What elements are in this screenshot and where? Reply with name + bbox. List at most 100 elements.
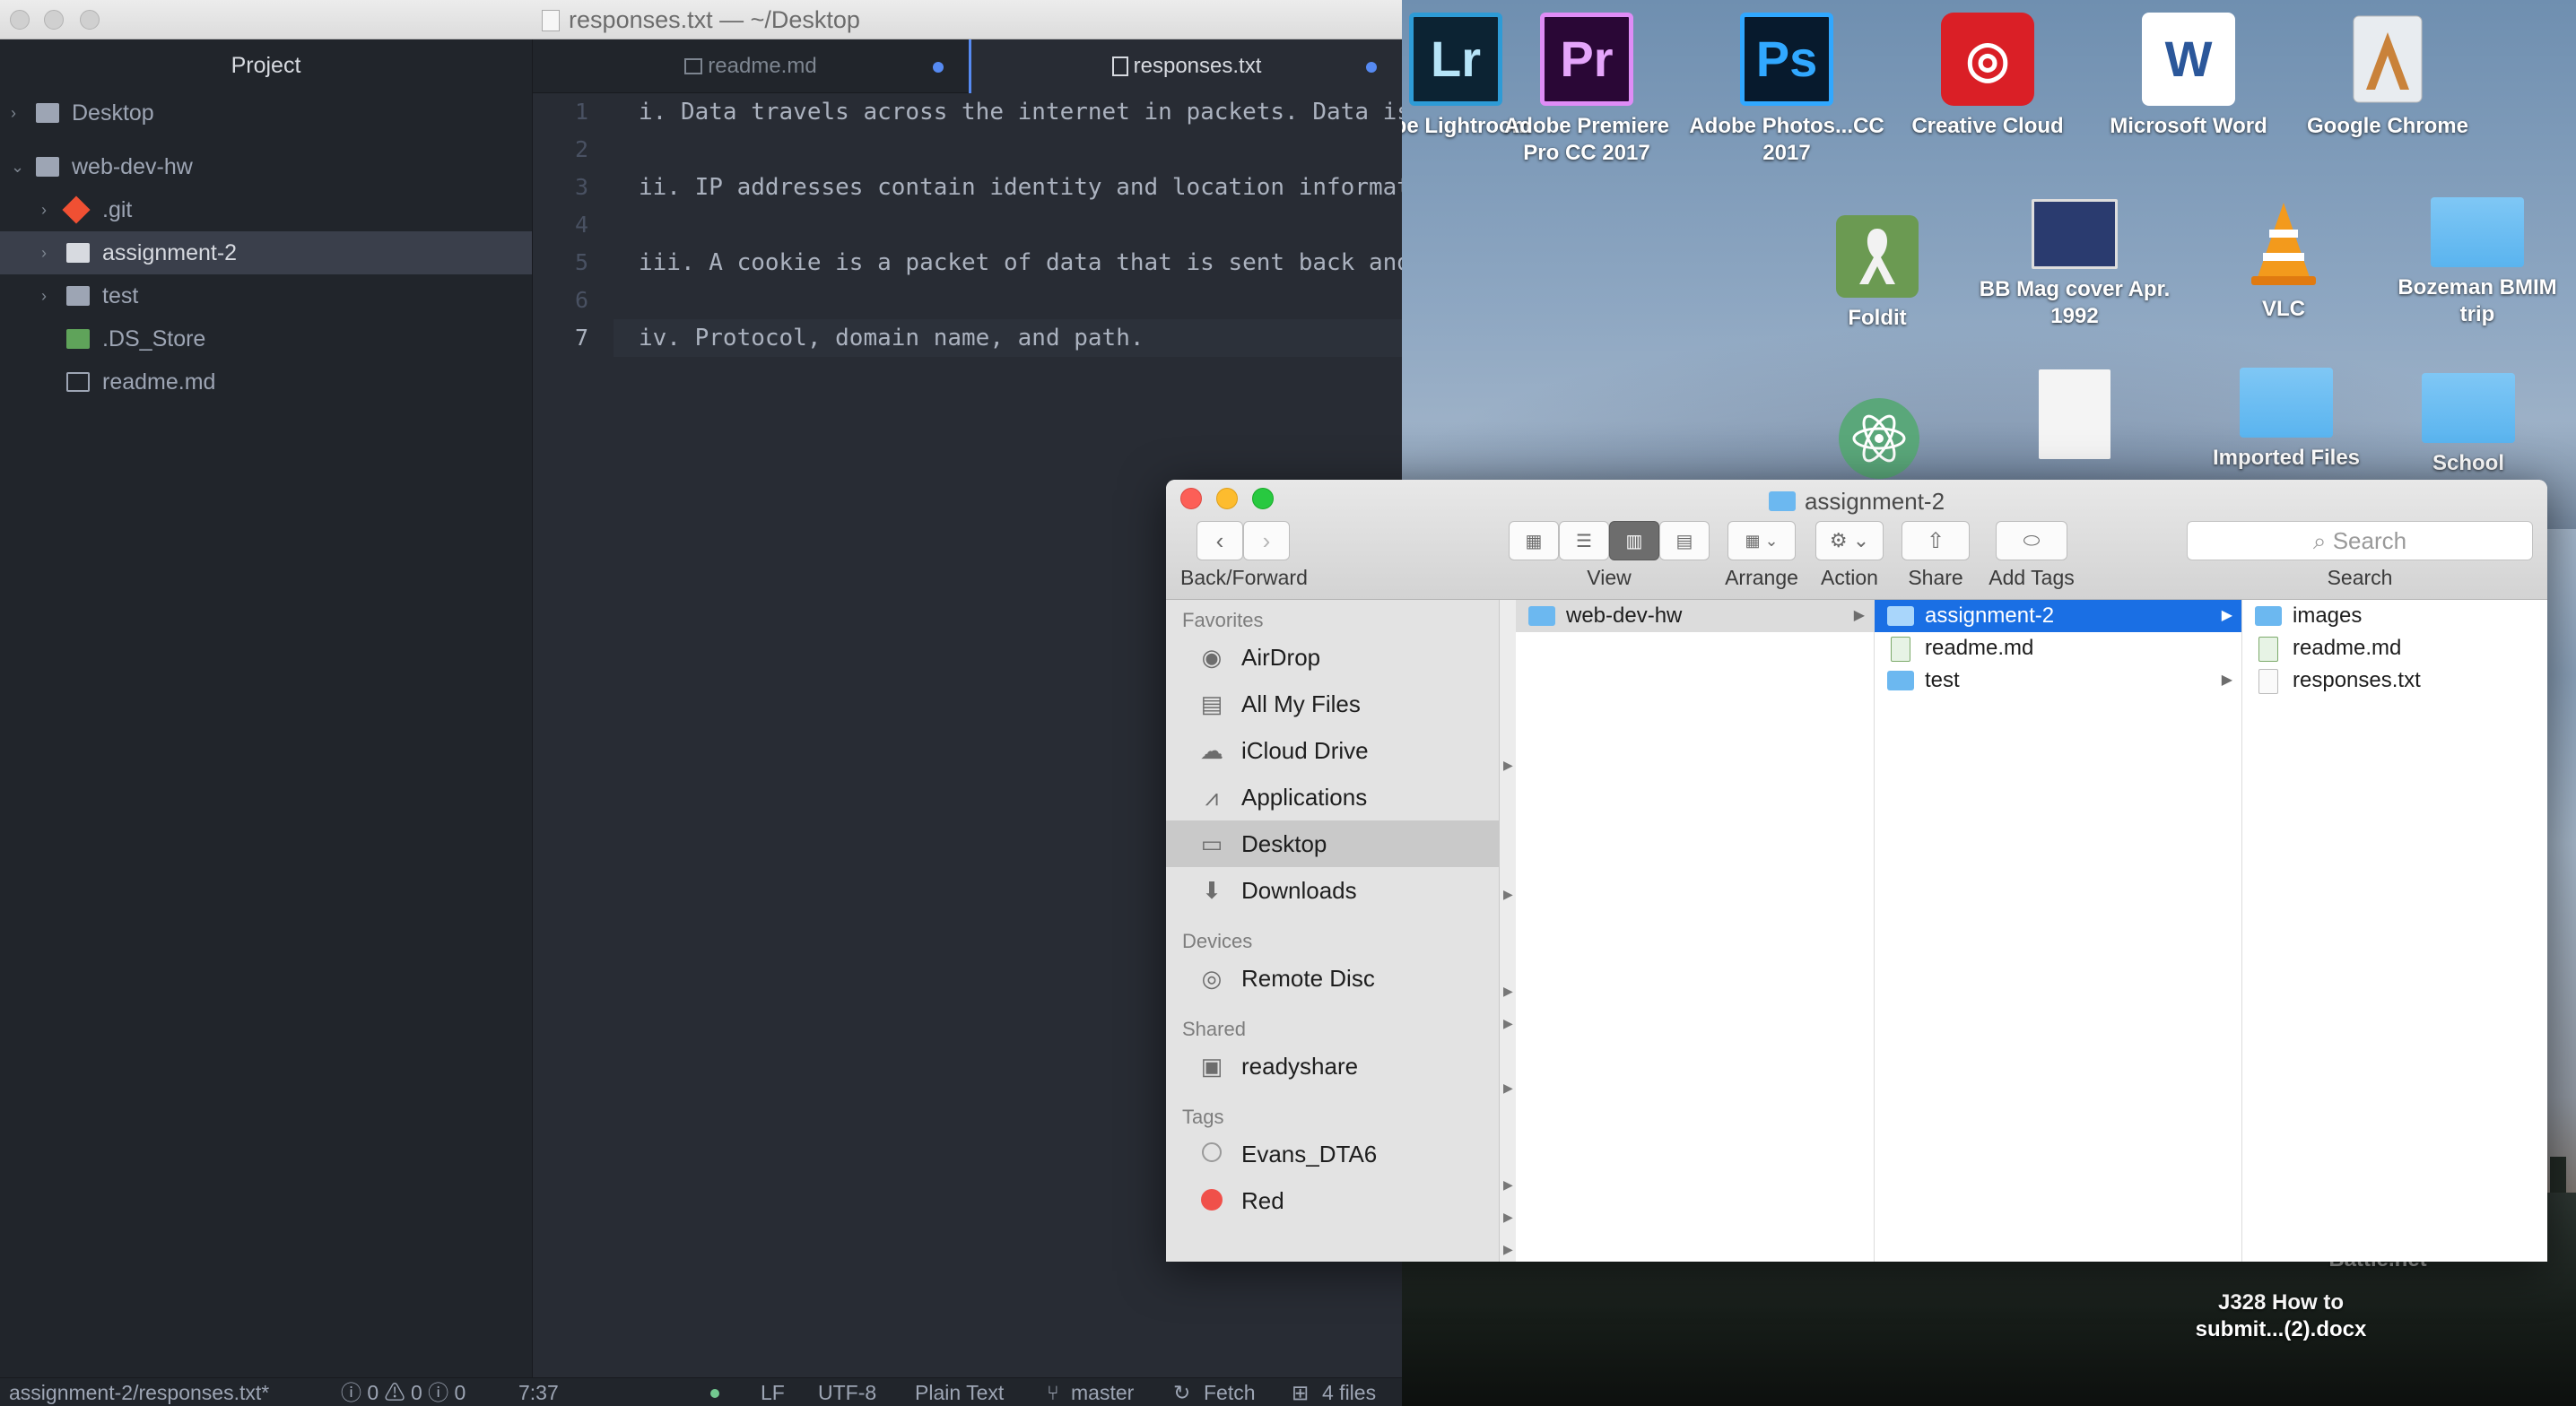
sidebar-item-remote-disc[interactable]: ◎ Remote Disc xyxy=(1166,955,1499,1002)
airdrop-icon: ◉ xyxy=(1201,644,1223,671)
tree-item-desktop[interactable]: › Desktop xyxy=(0,91,532,135)
arrow-icon: ▶ xyxy=(1503,887,1513,901)
code-line-current[interactable]: iv. Protocol, domain name, and path. xyxy=(614,319,1402,357)
finder-row-label: assignment-2 xyxy=(1925,603,2055,628)
desktop-icon-bb-mag[interactable]: BB Mag cover Apr. 1992 xyxy=(1976,199,2173,330)
desktop-icon-j328-docx[interactable]: J328 How to submit...(2).docx xyxy=(2182,1289,2380,1343)
action-button[interactable]: ⚙ ⌄ xyxy=(1815,521,1884,560)
status-branch[interactable]: master xyxy=(1071,1378,1134,1406)
tree-item-test[interactable]: › test xyxy=(0,274,532,317)
column-view-button[interactable]: ▥ xyxy=(1609,521,1659,560)
sidebar-item-readyshare[interactable]: ▣ readyshare xyxy=(1166,1043,1499,1089)
code-line[interactable] xyxy=(614,131,1402,169)
tree-item-ds-store[interactable]: .DS_Store xyxy=(0,317,532,360)
project-tree-panel: Project › Desktop ⌄ web-dev-hw › .git › … xyxy=(0,39,533,1377)
minimize-window-button[interactable] xyxy=(44,10,64,30)
chevron-right-icon[interactable]: › xyxy=(41,274,47,317)
tab-responses[interactable]: responses.txt xyxy=(969,39,1402,93)
line-number: 3 xyxy=(574,174,588,200)
status-diagnostics[interactable]: ⓘ 0 ⚠ 0 ⓘ 0 xyxy=(341,1378,466,1406)
zoom-window-button[interactable] xyxy=(80,10,100,30)
status-dot-icon xyxy=(710,1389,719,1398)
sidebar-item-label: Applications xyxy=(1241,784,1368,811)
desktop-icon-bozeman[interactable]: Bozeman BMIM trip xyxy=(2379,179,2576,328)
cover-flow-button[interactable]: ▤ xyxy=(1659,521,1710,560)
status-files[interactable]: 4 files xyxy=(1322,1378,1376,1406)
list-view-button[interactable]: ☰ xyxy=(1559,521,1609,560)
status-cursor-position[interactable]: 7:37 xyxy=(518,1378,559,1406)
desktop-icon-word[interactable]: W Microsoft Word xyxy=(2090,13,2287,140)
folder-icon xyxy=(1528,606,1555,626)
forward-button[interactable]: › xyxy=(1243,521,1290,560)
word-icon: W xyxy=(2142,13,2235,106)
tag-dot-icon xyxy=(1198,1189,1225,1212)
desktop-icon-label: Google Chrome xyxy=(2306,114,2468,138)
sidebar-tag-red[interactable]: Red xyxy=(1166,1177,1499,1224)
creative-cloud-icon: ◎ xyxy=(1941,13,2034,106)
chevron-down-icon[interactable]: ⌄ xyxy=(11,145,24,188)
sidebar-item-desktop[interactable]: ▭ Desktop xyxy=(1166,820,1499,867)
share-button[interactable]: ⇧ xyxy=(1902,521,1970,560)
status-encoding[interactable]: UTF-8 xyxy=(818,1378,876,1406)
code-line[interactable]: iii. A cookie is a packet of data that i… xyxy=(614,244,1402,282)
sidebar-item-all-my-files[interactable]: ▤ All My Files xyxy=(1166,681,1499,727)
desktop-icon-foldit[interactable]: Foldit xyxy=(1779,215,1976,332)
tag-icon: ⬭ xyxy=(2023,529,2041,551)
finder-row-images[interactable]: images xyxy=(2242,600,2547,632)
icon-view-icon: ▦ xyxy=(1525,531,1543,551)
icon-view-button[interactable]: ▦ xyxy=(1509,521,1559,560)
sidebar-tag-evans-dta6[interactable]: Evans_DTA6 xyxy=(1166,1131,1499,1177)
sidebar-item-airdrop[interactable]: ◉ AirDrop xyxy=(1166,634,1499,681)
sidebar-item-applications[interactable]: ⩘ Applications xyxy=(1166,774,1499,820)
sidebar-item-downloads[interactable]: ⬇ Downloads xyxy=(1166,867,1499,914)
desktop-icon-premiere[interactable]: Pr Adobe Premiere Pro CC 2017 xyxy=(1488,13,1685,167)
cover-flow-icon: ▤ xyxy=(1675,531,1693,551)
window-titlebar: responses.txt — ~/Desktop xyxy=(0,0,1402,39)
tree-item-readme[interactable]: readme.md xyxy=(0,360,532,404)
desktop-icon-creative-cloud[interactable]: ◎ Creative Cloud xyxy=(1889,13,2086,140)
desktop-icon-school[interactable]: School xyxy=(2370,355,2567,477)
tree-item-git[interactable]: › .git xyxy=(0,188,532,231)
tree-item-label: .git xyxy=(102,197,133,222)
finder-row-assignment-2[interactable]: assignment-2 ▶ xyxy=(1875,600,2241,632)
modified-indicator xyxy=(933,62,944,73)
finder-row-test[interactable]: test ▶ xyxy=(1875,664,2241,697)
status-line-ending[interactable]: LF xyxy=(761,1378,785,1406)
folder-icon xyxy=(36,103,59,123)
git-branch-icon: ⑂ xyxy=(1047,1381,1059,1404)
code-line[interactable] xyxy=(614,206,1402,244)
desktop-icon-vlc[interactable]: VLC xyxy=(2185,195,2382,323)
arrange-button[interactable]: ▦ ⌄ xyxy=(1727,521,1796,560)
status-grammar[interactable]: Plain Text xyxy=(915,1378,1004,1406)
tree-item-web-dev-hw[interactable]: ⌄ web-dev-hw xyxy=(0,145,532,188)
close-window-button[interactable] xyxy=(10,10,30,30)
line-number: 5 xyxy=(574,249,588,275)
search-field[interactable]: ⌕ Search xyxy=(2187,521,2533,560)
code-line[interactable]: ii. IP addresses contain identity and lo… xyxy=(614,169,1402,206)
desktop-icon-chrome[interactable]: Google Chrome xyxy=(2289,13,2486,140)
back-button[interactable]: ‹ xyxy=(1197,521,1243,560)
tree-item-assignment-2[interactable]: › assignment-2 xyxy=(0,231,532,274)
desktop-icon-imported-files[interactable]: Imported Files xyxy=(2188,350,2385,472)
chevron-right-icon[interactable]: › xyxy=(11,91,16,135)
status-file-path[interactable]: assignment-2/responses.txt* xyxy=(9,1378,269,1406)
finder-row-readme[interactable]: readme.md xyxy=(1875,632,2241,664)
desktop-icon-photoshop[interactable]: Ps Adobe Photos...CC 2017 xyxy=(1688,13,1885,167)
status-fetch-button[interactable]: Fetch xyxy=(1204,1378,1256,1406)
finder-row-readme[interactable]: readme.md xyxy=(2242,632,2547,664)
finder-title: assignment-2 xyxy=(1166,483,2547,519)
finder-row-responses[interactable]: responses.txt xyxy=(2242,664,2547,697)
code-line[interactable]: i. Data travels across the internet in p… xyxy=(614,93,1402,131)
add-tags-button[interactable]: ⬭ xyxy=(1996,521,2067,560)
arrow-icon: ▶ xyxy=(1503,1081,1513,1095)
code-line[interactable] xyxy=(614,282,1402,319)
tab-readme[interactable]: readme.md xyxy=(533,39,969,93)
list-view-icon: ☰ xyxy=(1576,531,1592,551)
sidebar-item-icloud-drive[interactable]: ☁ iCloud Drive xyxy=(1166,727,1499,774)
desktop-icon-document[interactable] xyxy=(1976,369,2173,466)
chevron-right-icon[interactable]: › xyxy=(41,231,47,274)
chevron-right-icon[interactable]: › xyxy=(41,188,47,231)
tab-label: responses.txt xyxy=(1133,54,1262,78)
desktop-icon-atom[interactable] xyxy=(1780,398,1978,486)
finder-row-web-dev-hw[interactable]: web-dev-hw ▶ xyxy=(1516,600,1874,632)
